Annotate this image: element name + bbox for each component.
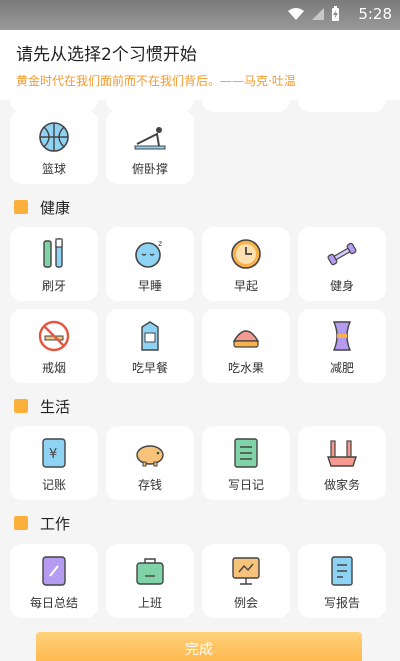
section-header-life: 生活 <box>14 395 70 417</box>
habit-card-bookkeeping[interactable]: ¥ 记账 <box>10 426 98 500</box>
status-icons <box>287 6 340 22</box>
habit-label: 上班 <box>137 596 162 610</box>
habit-label: 早起 <box>233 279 258 293</box>
habit-label: 刷牙 <box>41 279 66 293</box>
section-title: 健康 <box>40 198 71 217</box>
habit-label: 例会 <box>233 596 258 610</box>
habit-card-diary[interactable]: 写日记 <box>202 426 290 500</box>
basketball-icon <box>39 122 69 152</box>
habit-label: 吃早餐 <box>131 361 168 375</box>
diary-icon <box>234 438 258 468</box>
dumbbell-icon <box>327 242 357 266</box>
section-title: 工作 <box>40 514 71 533</box>
header: 请先从选择2个习惯开始 黄金时代在我们面前而不在我们背后。——马克·吐温 <box>0 30 400 100</box>
fruit-icon <box>232 330 260 348</box>
habit-label: 写报告 <box>323 596 360 610</box>
no-smoking-icon <box>38 320 70 352</box>
habit-label: 做家务 <box>323 478 360 492</box>
section-title: 生活 <box>40 397 71 416</box>
habit-card-write-report[interactable]: 写报告 <box>298 544 386 618</box>
svg-text:z: z <box>158 239 162 248</box>
quote-text: 黄金时代在我们面前而不在我们背后。——马克·吐温 <box>16 74 296 88</box>
report-icon <box>331 556 353 586</box>
sleep-icon: z <box>135 239 162 268</box>
toothbrush-icon <box>43 238 63 268</box>
habit-card-go-to-work[interactable]: 上班 <box>106 544 194 618</box>
briefcase-icon <box>136 558 164 585</box>
clock-icon <box>231 239 261 269</box>
done-button[interactable]: 完成 <box>36 632 362 661</box>
habit-label: 早睡 <box>137 279 162 293</box>
habit-card-eat-fruit[interactable]: 吃水果 <box>202 309 290 383</box>
notebook-icon <box>42 556 66 586</box>
habit-label: 吃水果 <box>227 361 264 375</box>
habit-label: 减肥 <box>329 361 354 375</box>
signal-icon <box>312 8 324 20</box>
page-title: 请先从选择2个习惯开始 <box>16 45 197 65</box>
status-bar: 5:28 <box>0 0 400 30</box>
status-time: 5:28 <box>358 5 392 23</box>
habit-card-brush-teeth[interactable]: 刷牙 <box>10 227 98 301</box>
broom-icon <box>327 440 357 467</box>
habit-label: 每日总结 <box>29 596 78 610</box>
habit-label: 俯卧撑 <box>131 162 168 176</box>
habit-label: 篮球 <box>41 162 66 176</box>
habit-card-partial[interactable] <box>298 100 386 112</box>
section-marker <box>14 516 28 530</box>
section-marker <box>14 399 28 413</box>
section-marker <box>14 200 28 214</box>
habit-card-quit-smoking[interactable]: 戒烟 <box>10 309 98 383</box>
piggy-bank-icon <box>136 445 164 467</box>
habit-list[interactable]: 篮球 俯卧撑 健康 刷牙 z 早睡 早起 健身 戒烟 吃早餐 吃水果 减肥 生活… <box>0 100 400 661</box>
habit-label: 写日记 <box>227 478 264 492</box>
ledger-icon: ¥ <box>42 438 66 468</box>
habit-card-housework[interactable]: 做家务 <box>298 426 386 500</box>
pushup-icon <box>134 127 166 150</box>
section-header-health: 健康 <box>14 196 70 218</box>
wifi-icon <box>288 8 304 20</box>
milk-icon <box>141 321 159 351</box>
habit-card-sleep-early[interactable]: z 早睡 <box>106 227 194 301</box>
habit-card-breakfast[interactable]: 吃早餐 <box>106 309 194 383</box>
habit-card-fitness[interactable]: 健身 <box>298 227 386 301</box>
habit-card-partial[interactable] <box>202 100 290 112</box>
habit-card-pushup[interactable]: 俯卧撑 <box>106 110 194 184</box>
habit-card-daily-summary[interactable]: 每日总结 <box>10 544 98 618</box>
habit-label: 存钱 <box>137 478 162 492</box>
habit-card-save-money[interactable]: 存钱 <box>106 426 194 500</box>
habit-label: 记账 <box>41 478 66 492</box>
habit-card-basketball[interactable]: 篮球 <box>10 110 98 184</box>
svg-text:¥: ¥ <box>49 447 57 462</box>
habit-card-meeting[interactable]: 例会 <box>202 544 290 618</box>
habit-label: 健身 <box>329 279 354 293</box>
presentation-icon <box>232 557 260 585</box>
habit-label: 戒烟 <box>41 361 66 375</box>
habit-card-wake-early[interactable]: 早起 <box>202 227 290 301</box>
battery-icon <box>332 6 339 21</box>
section-header-work: 工作 <box>14 512 70 534</box>
waist-icon <box>332 321 352 351</box>
habit-card-lose-weight[interactable]: 减肥 <box>298 309 386 383</box>
